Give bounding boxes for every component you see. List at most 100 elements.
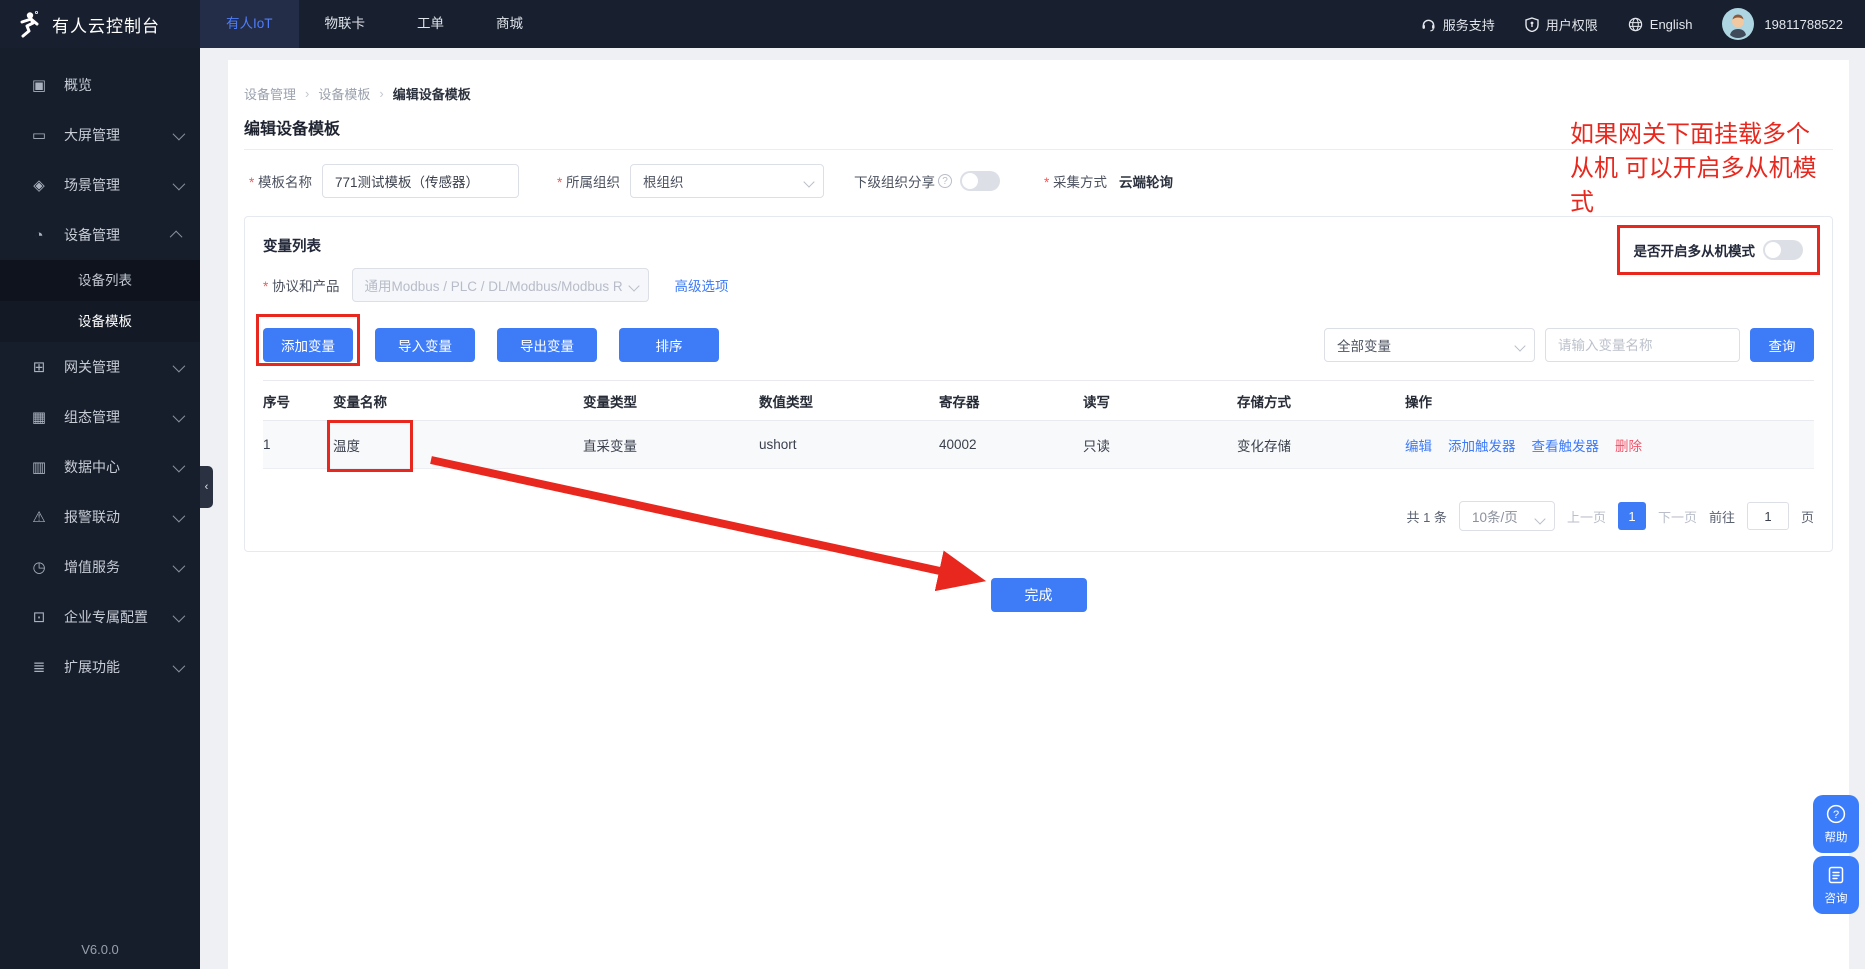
chevron-down-icon: [173, 359, 186, 372]
user-permissions[interactable]: 用户权限: [1525, 15, 1598, 34]
chevron-down-icon: [173, 659, 186, 672]
primary-nav: 有人IoT 物联卡 工单 商城: [200, 0, 549, 48]
template-name-input[interactable]: [322, 164, 519, 198]
help-question-icon[interactable]: ?: [938, 174, 952, 188]
account-phone: 19811788522: [1764, 17, 1843, 32]
toggle-knob: [1765, 242, 1781, 258]
sidebar-item-alarm-linkage[interactable]: ⚠ 报警联动: [0, 492, 200, 542]
service-support[interactable]: 服务支持: [1421, 15, 1495, 34]
finish-button[interactable]: 完成: [991, 578, 1087, 612]
breadcrumb-device-management[interactable]: 设备管理: [244, 84, 296, 103]
next-page-button[interactable]: 下一页: [1658, 507, 1697, 526]
sidebar-item-gateway-management[interactable]: ⊞ 网关管理: [0, 342, 200, 392]
overview-icon: ▣: [30, 76, 48, 94]
annotation-note: 如果网关下面挂载多个 从机 可以开启多从机模 式: [1570, 118, 1860, 220]
sort-button[interactable]: 排序: [619, 328, 719, 362]
query-button[interactable]: 查询: [1750, 328, 1814, 362]
nav-tab-iot[interactable]: 有人IoT: [200, 0, 299, 48]
collect-mode-label: 采集方式: [1044, 171, 1107, 191]
col-name: 变量名称: [333, 391, 583, 411]
sidebar-item-device-management[interactable]: ◔ 设备管理: [0, 210, 200, 260]
template-name-label: 模板名称: [249, 171, 312, 191]
float-button-stack: ? 帮助 咨询: [1813, 795, 1859, 914]
col-rw: 读写: [1083, 391, 1237, 411]
toggle-knob: [962, 173, 978, 189]
current-page-button[interactable]: 1: [1618, 502, 1646, 530]
add-variable-button[interactable]: 添加变量: [263, 328, 353, 362]
goto-page-input[interactable]: [1747, 502, 1789, 530]
extensions-icon: ≣: [30, 658, 48, 676]
variable-list-panel: 变量列表 是否开启多从机模式 协议和产品 通用Modbus / PLC / DL…: [244, 216, 1833, 552]
page-size-value: 10条/页: [1472, 506, 1518, 526]
advanced-options-link[interactable]: 高级选项: [675, 275, 729, 295]
scada-icon: ▦: [30, 408, 48, 426]
help-float-button[interactable]: ? 帮助: [1813, 795, 1859, 853]
table-header-row: 序号 变量名称 变量类型 数值类型 寄存器 读写 存储方式 操作: [263, 381, 1814, 421]
variable-table: 序号 变量名称 变量类型 数值类型 寄存器 读写 存储方式 操作 1 温度 直采…: [263, 380, 1814, 469]
view-trigger-link[interactable]: 查看触发器: [1532, 435, 1600, 455]
page-size-select[interactable]: 10条/页: [1459, 501, 1555, 531]
pagination: 共 1 条 10条/页 上一页 1 下一页 前往 页: [263, 501, 1814, 531]
row-storage: 变化存储: [1237, 435, 1405, 455]
sidebar-item-scene-management[interactable]: ◈ 场景管理: [0, 160, 200, 210]
col-storage: 存储方式: [1237, 391, 1405, 411]
org-select[interactable]: 根组织: [630, 164, 824, 198]
globe-icon: [1628, 17, 1643, 32]
protocol-row: 协议和产品 通用Modbus / PLC / DL/Modbus/Modbus …: [263, 268, 1814, 302]
variable-filter-select[interactable]: 全部变量: [1324, 328, 1535, 362]
consult-float-button[interactable]: 咨询: [1813, 856, 1859, 914]
chevron-down-icon: [173, 127, 186, 140]
add-trigger-link[interactable]: 添加触发器: [1448, 435, 1516, 455]
chevron-down-icon: [173, 177, 186, 190]
chevron-down-icon: [173, 409, 186, 422]
col-value-type: 数值类型: [759, 391, 939, 411]
sidebar-item-scada-management[interactable]: ▦ 组态管理: [0, 392, 200, 442]
prev-page-button[interactable]: 上一页: [1567, 507, 1606, 526]
org-label: 所属组织: [557, 171, 620, 191]
org-select-value: 根组织: [643, 171, 684, 191]
language-switcher[interactable]: English: [1628, 17, 1693, 32]
delete-link[interactable]: 删除: [1615, 435, 1642, 455]
data-center-icon: ▥: [30, 458, 48, 476]
breadcrumb-device-template[interactable]: 设备模板: [318, 84, 370, 103]
nav-tab-mall[interactable]: 商城: [470, 0, 549, 48]
edit-link[interactable]: 编辑: [1405, 435, 1432, 455]
import-variable-button[interactable]: 导入变量: [375, 328, 475, 362]
sidebar-item-extensions[interactable]: ≣ 扩展功能: [0, 642, 200, 692]
col-actions: 操作: [1405, 391, 1814, 411]
breadcrumb-separator: [305, 86, 309, 101]
nav-tab-sim[interactable]: 物联卡: [299, 0, 392, 48]
goto-label: 前往: [1709, 507, 1735, 526]
sidebar-item-device-template[interactable]: 设备模板: [0, 301, 200, 342]
nav-tab-workorder[interactable]: 工单: [391, 0, 470, 48]
col-index: 序号: [263, 391, 333, 411]
sidebar-item-enterprise-config[interactable]: ⊡ 企业专属配置: [0, 592, 200, 642]
scene-icon: ◈: [30, 176, 48, 194]
chevron-up-icon: [170, 230, 183, 243]
sidebar-item-screen-management[interactable]: ▭ 大屏管理: [0, 110, 200, 160]
sidebar-item-device-list[interactable]: 设备列表: [0, 260, 200, 301]
top-header: 有人云控制台 有人IoT 物联卡 工单 商城 服务支持 用户权限 English…: [0, 0, 1865, 48]
service-support-label: 服务支持: [1443, 15, 1495, 34]
account-menu[interactable]: 19811788522: [1722, 8, 1843, 40]
sidebar-collapse-handle[interactable]: ‹: [200, 466, 213, 508]
row-index: 1: [263, 437, 333, 452]
export-variable-button[interactable]: 导出变量: [497, 328, 597, 362]
sidebar: ▣ 概览 ▭ 大屏管理 ◈ 场景管理 ◔ 设备管理 设备列表 设备模板 ⊞ 网关…: [0, 48, 200, 969]
col-register: 寄存器: [939, 391, 1083, 411]
share-toggle[interactable]: [960, 171, 1000, 191]
sidebar-item-data-center[interactable]: ▥ 数据中心: [0, 442, 200, 492]
multi-slave-toggle[interactable]: [1763, 240, 1803, 260]
variable-search-input[interactable]: [1545, 328, 1740, 362]
sidebar-item-overview[interactable]: ▣ 概览: [0, 60, 200, 110]
multi-slave-label: 是否开启多从机模式: [1634, 240, 1756, 260]
enterprise-config-icon: ⊡: [30, 608, 48, 626]
row-actions: 编辑 添加触发器 查看触发器 删除: [1405, 435, 1814, 455]
variable-filter-value: 全部变量: [1337, 335, 1391, 355]
avatar: [1722, 8, 1754, 40]
logo[interactable]: 有人云控制台: [0, 0, 200, 48]
row-rw: 只读: [1083, 435, 1237, 455]
variable-toolbar: 添加变量 导入变量 导出变量 排序 全部变量 查询: [263, 328, 1814, 362]
sidebar-item-value-added-services[interactable]: ◷ 增值服务: [0, 542, 200, 592]
multi-slave-annotation-box: 是否开启多从机模式: [1617, 225, 1821, 275]
